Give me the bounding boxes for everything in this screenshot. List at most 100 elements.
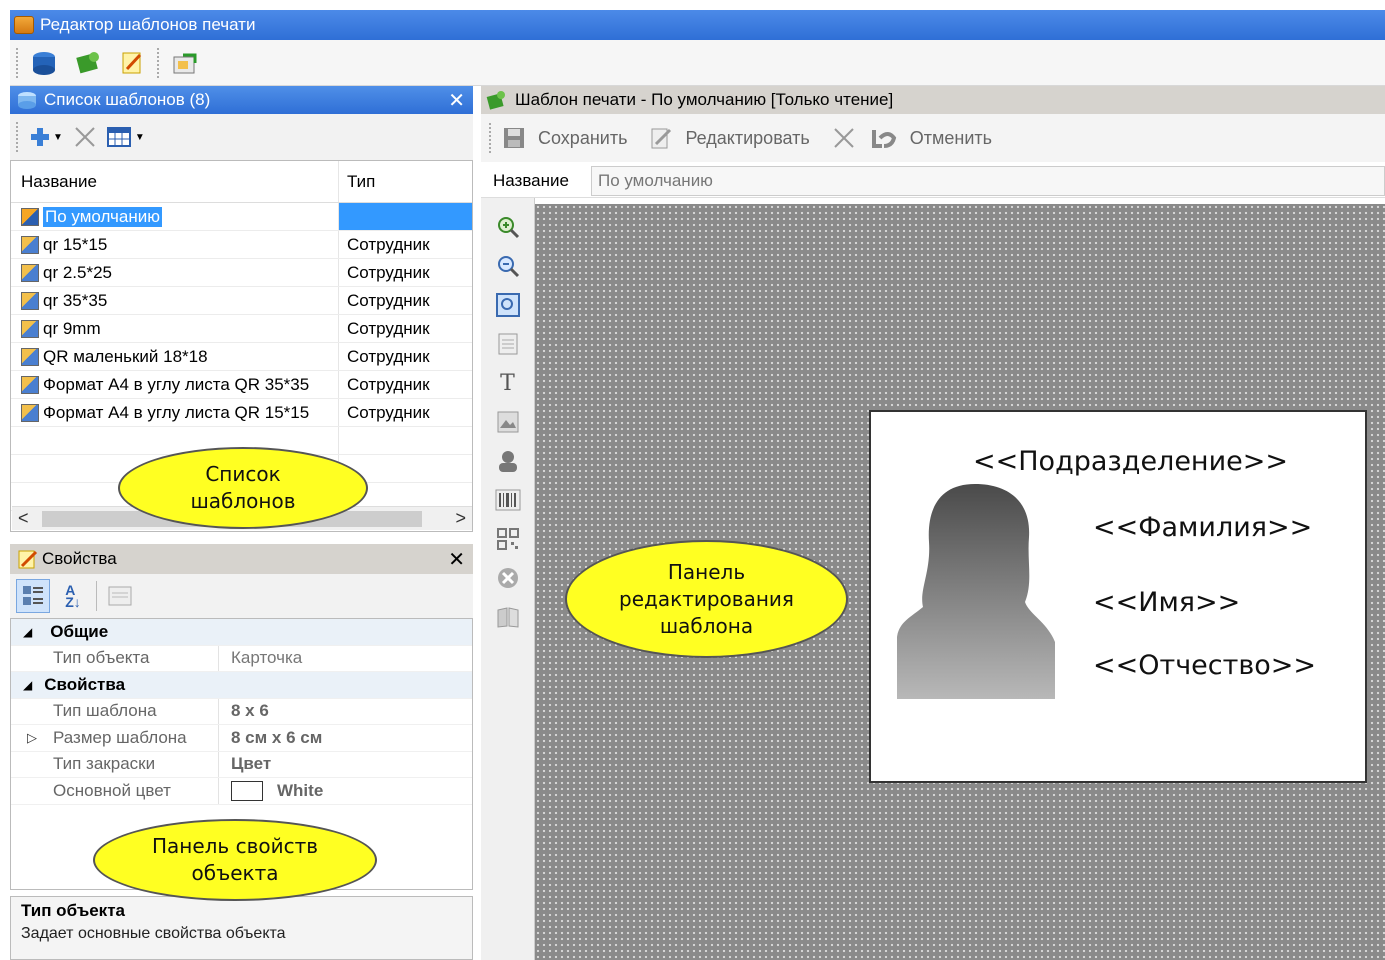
text-tool-icon[interactable]: T [495,370,521,396]
template-icon [21,319,39,338]
photo-placeholder[interactable] [897,482,1055,699]
column-header-name[interactable]: Название [11,161,339,202]
property-row[interactable]: ▷ Размер шаблона 8 см x 6 см [11,725,472,752]
property-name: Тип закраски [11,751,219,777]
column-header-type[interactable]: Тип [339,161,472,202]
save-button[interactable]: Сохранить [502,126,627,150]
template-green-icon[interactable] [73,48,103,78]
delete-button[interactable] [832,126,856,150]
cancel-label: Отменить [909,127,993,148]
table-row[interactable]: qr 2.5*25 Сотрудник [11,259,472,287]
grid-header: Название Тип [11,161,472,203]
row-type: Сотрудник [347,234,430,254]
collapse-icon[interactable]: ◢ [23,625,32,639]
window-title-bar: Редактор шаблонов печати [10,10,1385,40]
property-pages-button[interactable] [105,581,135,611]
add-button[interactable]: ▼ [29,126,63,148]
name-field-card[interactable]: <<Имя>> [1093,587,1240,618]
sort-az-icon: A Z↓ [65,582,81,610]
table-row[interactable]: qr 35*35 Сотрудник [11,287,472,315]
image-tool-icon[interactable] [495,409,521,435]
patronymic-field[interactable]: <<Отчество>> [1093,650,1316,681]
table-row[interactable]: qr 9mm Сотрудник [11,315,472,343]
table-row[interactable]: По умолчанию [11,203,472,231]
zoom-out-icon[interactable] [495,253,521,279]
book-tool-icon[interactable] [495,604,521,630]
app-icon [14,16,34,34]
callout-line: Панель свойств [151,834,319,858]
categorized-button[interactable] [16,579,50,613]
callout-line: Панель [667,559,746,584]
callout-template-list: Список шаблонов [118,447,368,529]
row-type: Сотрудник [347,290,430,310]
properties-title: Свойства [42,549,117,568]
property-row[interactable]: Тип объекта Карточка [11,645,472,672]
table-row[interactable]: QR маленький 18*18 Сотрудник [11,343,472,371]
callout-line: Список [205,462,281,486]
color-swatch[interactable] [231,780,263,801]
row-name: По умолчанию [43,206,162,227]
callout-line: редактирования [619,586,794,611]
edit-icon [651,128,672,149]
expand-icon[interactable]: ▷ [27,730,37,746]
add-icon [31,128,49,146]
toolbar-grip[interactable] [16,47,19,78]
database-icon[interactable] [29,48,59,78]
toolbar-separator [96,581,97,611]
template-icon [21,347,39,366]
table-row[interactable]: qr 15*15 Сотрудник [11,231,472,259]
department-field[interactable]: <<Подразделение>> [973,446,1288,477]
edit-button[interactable]: Редактировать [649,126,810,150]
row-name: qr 15*15 [43,234,108,254]
callout-properties-panel: Панель свойств объекта [93,819,377,901]
sort-alpha-button[interactable]: A Z↓ [58,581,88,611]
table-row[interactable]: Формат А4 в углу листа QR 35*35 Сотрудни… [11,371,472,399]
template-icon [21,207,39,226]
row-name: Формат А4 в углу листа QR 35*35 [43,374,310,394]
property-row[interactable]: Основной цвет White [11,778,472,805]
view-button[interactable]: ▼ [106,126,145,148]
edit-note-icon [18,550,38,569]
surname-field[interactable]: <<Фамилия>> [1093,512,1312,543]
name-field[interactable]: По умолчанию [590,165,1385,196]
toolbar-separator [157,47,160,78]
delete-tool-icon[interactable] [495,565,521,591]
property-value: 8 см x 6 см [231,727,323,747]
scroll-right-button[interactable]: > [455,508,466,529]
edit-note-icon[interactable] [117,48,147,78]
property-name: Тип шаблона [11,698,219,724]
page-icon[interactable] [495,331,521,357]
row-name: qr 2.5*25 [43,262,112,282]
delete-button[interactable] [73,125,97,149]
category-name: Свойства [44,674,126,694]
property-name: Основной цвет [11,778,219,804]
row-name: Формат А4 в углу листа QR 15*15 [43,402,310,422]
main-toolbar [10,40,1385,86]
cancel-button[interactable]: Отменить [870,126,992,150]
zoom-in-icon[interactable] [495,214,521,240]
photo-tool-icon[interactable] [495,448,521,474]
category-row[interactable]: ◢ Свойства [11,672,472,699]
database-icon [18,92,36,109]
template-icon [21,291,39,310]
callout-line: шаблона [659,613,754,638]
property-value: Карточка [231,648,303,668]
category-row[interactable]: ◢ Общие [11,619,472,646]
properties-toolbar: A Z↓ [10,574,473,618]
property-row[interactable]: Тип закраски Цвет [11,751,472,778]
barcode-tool-icon[interactable] [495,487,521,513]
zoom-fit-icon[interactable] [495,292,521,318]
card-template[interactable]: <<Подразделение>> <<Фамилия>> <<Имя>> <<… [869,410,1367,783]
scroll-left-button[interactable]: < [18,508,29,529]
close-icon[interactable]: ✕ [448,547,465,572]
table-row[interactable]: Формат А4 в углу листа QR 15*15 Сотрудни… [11,399,472,427]
export-icon[interactable] [170,48,200,78]
qr-tool-icon[interactable] [495,526,521,552]
toolbar-grip [16,122,19,152]
close-icon[interactable]: ✕ [448,88,465,113]
delete-icon [75,127,95,147]
row-type: Сотрудник [347,262,430,282]
property-row[interactable]: Тип шаблона 8 x 6 [11,698,472,725]
template-icon [21,403,39,422]
collapse-icon[interactable]: ◢ [23,678,32,692]
